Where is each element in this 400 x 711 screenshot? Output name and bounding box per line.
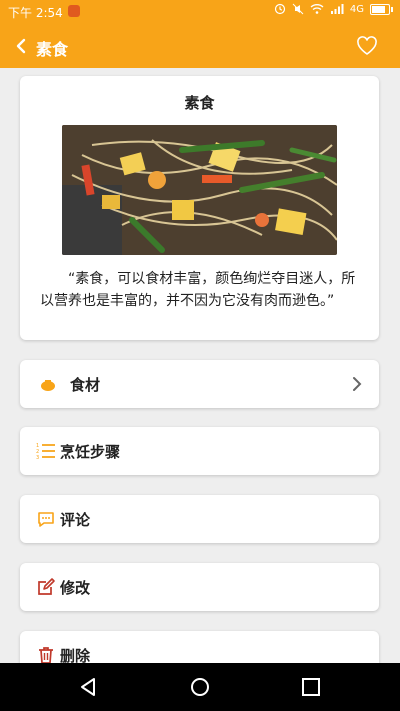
notification-icon [68, 5, 80, 17]
battery-icon [370, 3, 393, 15]
page-title: 素食 [36, 40, 69, 59]
recipe-card: 素食 “素食，可以食材丰富，颜色绚烂夺目迷人，所以营养也是丰富的，并不因为它没有… [20, 76, 379, 340]
network-type: 4G [349, 3, 364, 15]
alarm-icon [274, 3, 285, 15]
comments-row[interactable]: 评论 [20, 495, 379, 543]
edit-row[interactable]: 修改 [20, 563, 379, 611]
recipe-image [62, 125, 337, 255]
chevron-left-icon[interactable] [12, 36, 32, 56]
comments-label: 评论 [60, 511, 91, 529]
signal-icon [330, 4, 344, 14]
ingredients-label: 食材 [70, 376, 101, 394]
cooking-steps-row[interactable]: 1 2 3 烹饪步骤 [20, 427, 379, 475]
recipe-title: 素食 [184, 94, 215, 112]
status-bar: 下午 2:54 4G [0, 0, 400, 24]
wifi-icon [310, 4, 324, 14]
recipe-description: “素食，可以食材丰富，颜色绚烂夺目迷人，所以营养也是丰富的，并不因为它没有肉而逊… [40, 271, 356, 309]
comment-icon [38, 512, 54, 527]
edit-icon [38, 578, 55, 595]
nav-back-icon[interactable] [78, 677, 98, 697]
status-time: 下午 2:54 [8, 6, 63, 20]
svg-text:3: 3 [36, 455, 39, 461]
trash-icon [39, 647, 53, 664]
heart-icon[interactable] [356, 36, 378, 56]
ingredients-icon [41, 380, 55, 391]
chevron-right-icon [353, 377, 362, 391]
app-bar: 素食 [0, 24, 400, 68]
nav-recents-icon[interactable] [301, 677, 321, 697]
system-nav-bar [0, 663, 400, 711]
food-photo-icon [62, 125, 337, 255]
nav-home-icon[interactable] [190, 677, 210, 697]
edit-label: 修改 [60, 579, 91, 597]
steps-list-icon: 1 2 3 [36, 443, 55, 461]
status-icons: 4G [274, 3, 393, 15]
ingredients-row[interactable]: 食材 [20, 360, 379, 408]
mute-icon [292, 3, 304, 15]
cooking-steps-label: 烹饪步骤 [60, 443, 121, 461]
